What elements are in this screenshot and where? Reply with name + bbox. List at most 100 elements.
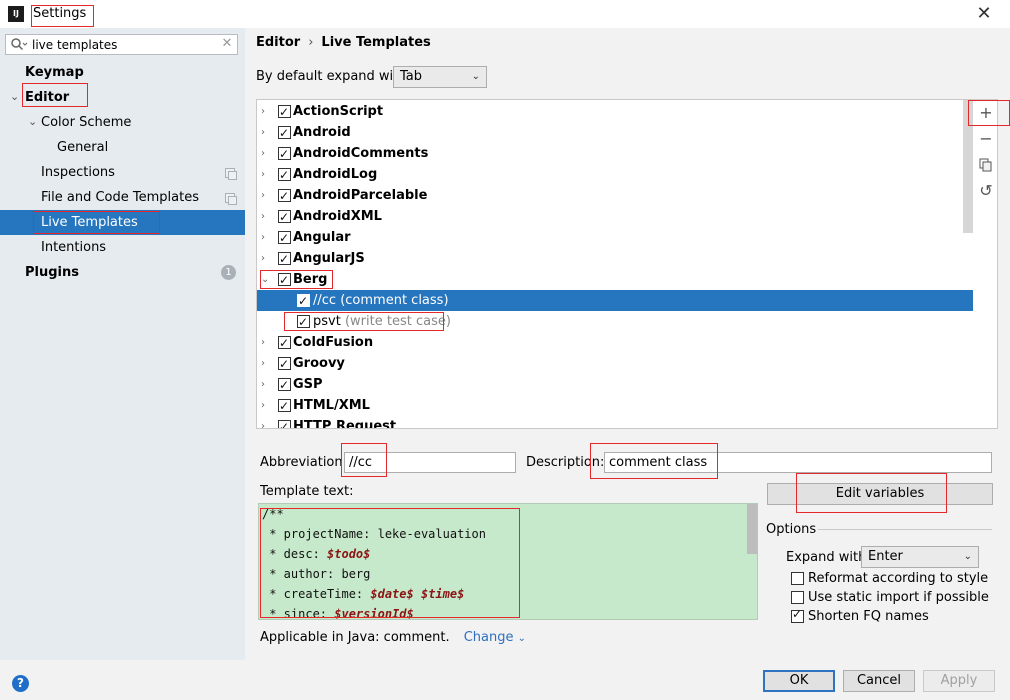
- group-checkbox[interactable]: [278, 375, 291, 396]
- sidebar-item-keymap[interactable]: Keymap: [25, 60, 84, 85]
- static-import-checkbox[interactable]: [791, 591, 804, 604]
- group-checkbox[interactable]: [278, 228, 291, 249]
- chevron-down-icon[interactable]: ⌄: [261, 269, 269, 290]
- expand-default-value: Tab: [400, 69, 423, 84]
- abbreviation-field[interactable]: [344, 452, 516, 473]
- group-name: ActionScript: [293, 104, 384, 119]
- group-checkbox[interactable]: [278, 270, 291, 291]
- template-group-row[interactable]: › Groovy: [257, 353, 973, 375]
- template-group-row[interactable]: › HTML/XML: [257, 395, 973, 417]
- group-checkbox[interactable]: [278, 417, 291, 428]
- template-group-row[interactable]: › AndroidComments: [257, 143, 973, 165]
- template-group-row[interactable]: › Android: [257, 122, 973, 144]
- template-tree[interactable]: › ActionScript › Android › AndroidComments › An…: [256, 99, 998, 429]
- group-checkbox[interactable]: [278, 186, 291, 207]
- reformat-label: Reformat according to style: [808, 571, 989, 586]
- template-group-row[interactable]: › HTTP Request: [257, 416, 973, 428]
- template-checkbox[interactable]: [297, 312, 310, 333]
- sidebar-item-intentions[interactable]: Intentions: [41, 235, 106, 260]
- plus-icon[interactable]: +: [975, 102, 997, 124]
- apply-button[interactable]: Apply: [923, 670, 995, 692]
- applicable-contexts: Applicable in Java: comment. Change ⌄: [260, 630, 526, 645]
- minus-icon[interactable]: −: [975, 128, 997, 150]
- chevron-down-icon[interactable]: ⌄: [10, 90, 19, 103]
- shorten-fq-checkbox[interactable]: [791, 607, 804, 623]
- template-checkbox[interactable]: [297, 291, 310, 312]
- template-item-row[interactable]: psvt (write test case): [257, 311, 973, 333]
- change-link[interactable]: Change ⌄: [464, 630, 526, 645]
- chevron-right-icon[interactable]: ›: [261, 206, 265, 227]
- search-box[interactable]: ✕: [5, 34, 238, 55]
- group-checkbox[interactable]: [278, 102, 291, 123]
- sidebar-item-general[interactable]: General: [57, 135, 108, 160]
- expand-default-select[interactable]: Tab ⌄: [393, 66, 487, 88]
- group-checkbox[interactable]: [278, 123, 291, 144]
- chevron-right-icon[interactable]: ›: [261, 248, 265, 269]
- group-checkbox[interactable]: [278, 207, 291, 228]
- sidebar-item-inspections[interactable]: Inspections: [41, 160, 115, 185]
- template-group-row[interactable]: › ActionScript: [257, 101, 973, 123]
- group-checkbox[interactable]: [278, 144, 291, 165]
- chevron-right-icon[interactable]: ›: [261, 353, 265, 374]
- group-name: Berg: [293, 272, 328, 287]
- group-checkbox[interactable]: [278, 165, 291, 186]
- chevron-right-icon[interactable]: ›: [261, 101, 265, 122]
- change-link-label: Change: [463, 630, 514, 645]
- chevron-right-icon[interactable]: ›: [261, 164, 265, 185]
- group-checkbox[interactable]: [278, 249, 291, 270]
- template-item-row[interactable]: //cc (comment class): [257, 290, 973, 312]
- undo-icon[interactable]: ↺: [975, 180, 997, 202]
- template-group-row[interactable]: › AndroidParcelable: [257, 185, 973, 207]
- chevron-right-icon[interactable]: ›: [261, 227, 265, 248]
- group-name: Angular: [293, 230, 351, 245]
- chevron-right-icon[interactable]: ›: [261, 185, 265, 206]
- options-divider: [818, 529, 992, 530]
- group-checkbox[interactable]: [278, 333, 291, 354]
- sidebar-item-editor[interactable]: Editor: [25, 85, 69, 110]
- sidebar-item-file-code-templates[interactable]: File and Code Templates: [41, 185, 199, 210]
- template-abbreviation: psvt: [313, 314, 341, 329]
- template-group-row[interactable]: › ColdFusion: [257, 332, 973, 354]
- template-group-row[interactable]: ⌄ Berg: [257, 269, 973, 291]
- sidebar-item-plugins[interactable]: Plugins: [25, 260, 79, 285]
- expand-with-select[interactable]: Enter ⌄: [861, 546, 979, 568]
- copy-icon[interactable]: [975, 154, 997, 176]
- cancel-button[interactable]: Cancel: [843, 670, 915, 692]
- group-checkbox[interactable]: [278, 354, 291, 375]
- template-label: //cc (comment class): [313, 290, 449, 311]
- template-variable: $time$: [420, 587, 465, 601]
- group-name: AndroidParcelable: [293, 188, 428, 203]
- edit-variables-button[interactable]: Edit variables: [767, 483, 993, 505]
- search-icon: [10, 36, 28, 53]
- sidebar-item-live-templates[interactable]: Live Templates: [0, 210, 245, 235]
- help-icon[interactable]: ?: [12, 675, 29, 692]
- template-group-row[interactable]: › AngularJS: [257, 248, 973, 270]
- template-group-row[interactable]: › AndroidLog: [257, 164, 973, 186]
- group-checkbox[interactable]: [278, 396, 291, 417]
- chevron-right-icon[interactable]: ›: [261, 122, 265, 143]
- chevron-right-icon[interactable]: ›: [261, 416, 265, 428]
- chevron-right-icon[interactable]: ›: [261, 332, 265, 353]
- chevron-right-icon[interactable]: ›: [261, 143, 265, 164]
- close-icon[interactable]: ✕: [972, 3, 996, 25]
- template-text-editor[interactable]: /** * projectName: leke-evaluation * des…: [258, 503, 758, 620]
- ok-button[interactable]: OK: [763, 670, 835, 692]
- chevron-right-icon[interactable]: ›: [261, 374, 265, 395]
- plugins-update-badge: 1: [221, 265, 236, 280]
- tree-scrollbar[interactable]: [963, 100, 973, 233]
- description-field[interactable]: [604, 452, 992, 473]
- search-input[interactable]: [32, 36, 212, 53]
- template-group-row[interactable]: › Angular: [257, 227, 973, 249]
- clear-icon[interactable]: ✕: [219, 36, 235, 53]
- chevron-down-icon[interactable]: ⌄: [28, 115, 37, 128]
- sidebar-item-color-scheme[interactable]: Color Scheme: [41, 110, 131, 135]
- breadcrumb-separator: ›: [308, 35, 314, 50]
- chevron-right-icon[interactable]: ›: [261, 395, 265, 416]
- chevron-down-icon: ⌄: [471, 71, 480, 82]
- reformat-checkbox[interactable]: [791, 572, 804, 585]
- template-group-row[interactable]: › GSP: [257, 374, 973, 396]
- template-variable: $todo$: [327, 547, 371, 561]
- template-text-line: * projectName: leke-evaluation: [262, 527, 486, 541]
- template-group-row[interactable]: › AndroidXML: [257, 206, 973, 228]
- template-text-scrollbar[interactable]: [747, 504, 757, 554]
